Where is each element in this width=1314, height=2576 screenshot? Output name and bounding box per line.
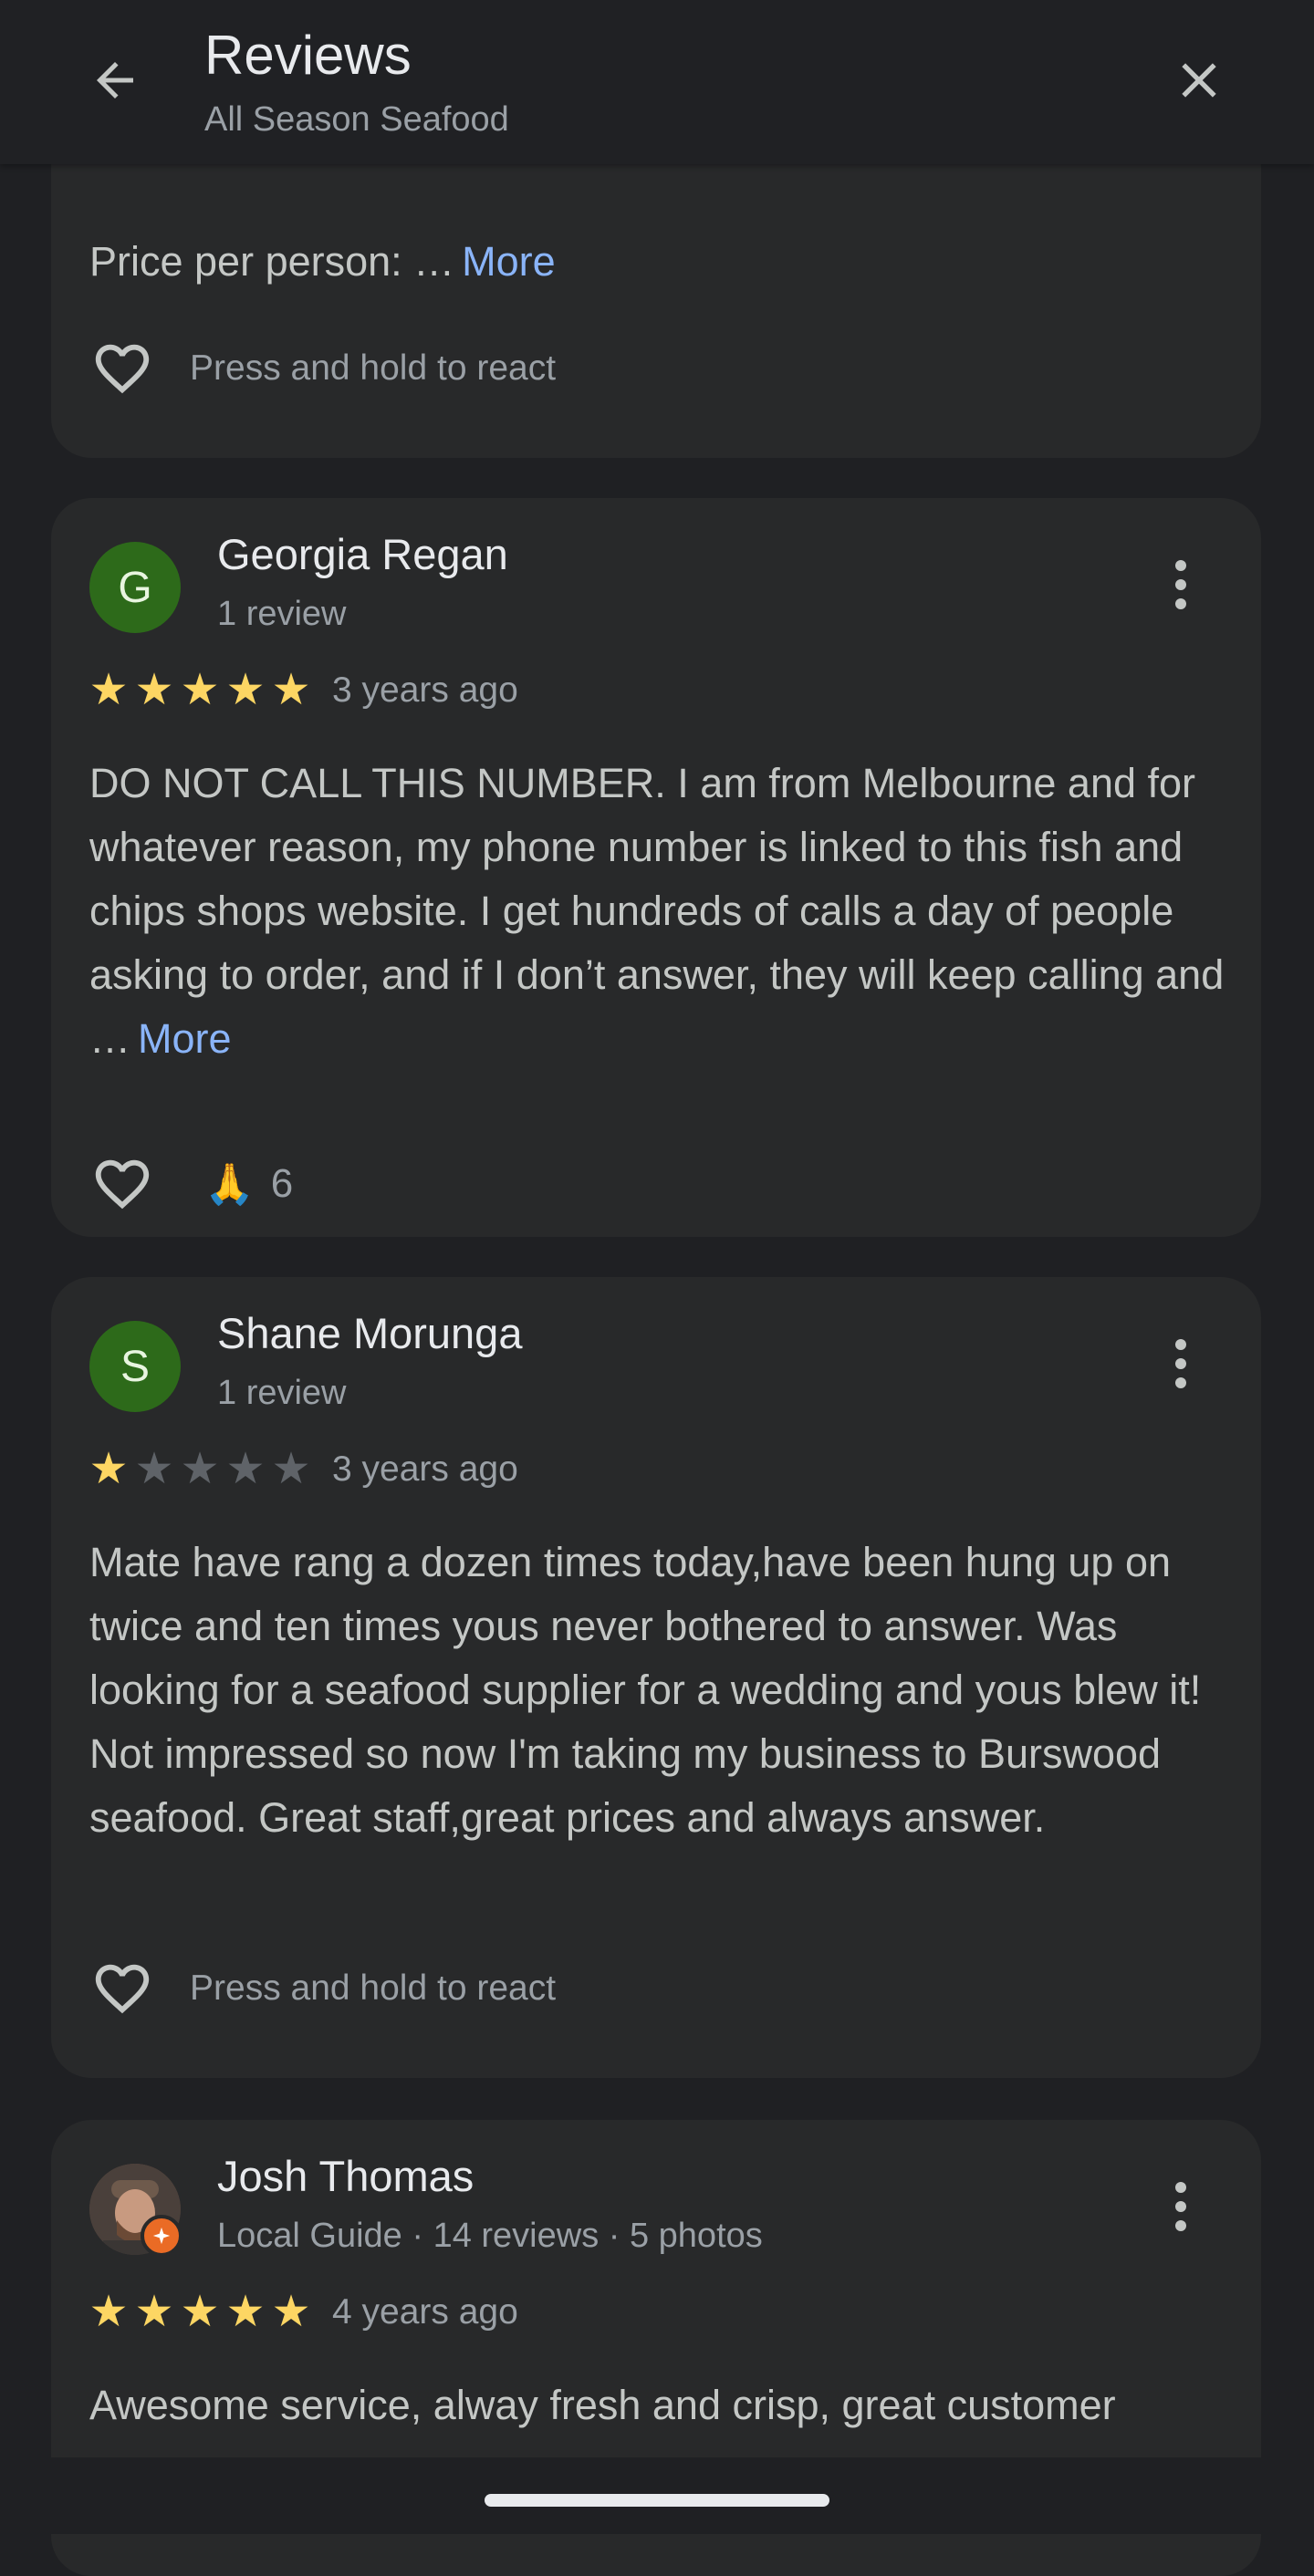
home-gesture-handle[interactable]	[485, 2494, 829, 2507]
star-rating: ★ ★ ★ ★ ★	[88, 1445, 312, 1494]
arrow-back-icon	[97, 62, 133, 99]
review-text: DO NOT CALL THIS NUMBER. I am from Melbo…	[89, 752, 1239, 1071]
more-vert-icon	[1175, 560, 1186, 571]
reviewer-meta: Local Guide · 14 reviews · 5 photos	[217, 2217, 763, 2255]
heart-outline-icon[interactable]	[88, 337, 157, 400]
folded-hands-emoji-icon: 🙏	[204, 1162, 255, 1207]
more-link[interactable]: More	[138, 1015, 232, 1062]
star-filled-icon: ★	[134, 2288, 174, 2336]
react-row: Press and hold to react	[88, 332, 556, 405]
heart-outline-icon[interactable]	[88, 1957, 157, 2020]
reviewer-meta: 1 review	[217, 595, 347, 633]
star-filled-icon: ★	[271, 666, 311, 714]
back-button[interactable]	[80, 46, 150, 115]
star-rating: ★ ★ ★ ★ ★	[88, 666, 312, 715]
star-filled-icon: ★	[225, 666, 266, 714]
star-empty-icon: ★	[225, 1445, 266, 1493]
star-filled-icon: ★	[89, 666, 129, 714]
review-card-partial: Price per person: … More Press and hold t…	[51, 128, 1261, 458]
reviewer-name[interactable]: Josh Thomas	[217, 2151, 474, 2202]
avatar[interactable]	[89, 2164, 182, 2257]
reviewer-name[interactable]: Shane Morunga	[217, 1308, 522, 1359]
more-options-button[interactable]	[1155, 544, 1206, 626]
star-rating: ★ ★ ★ ★ ★	[88, 2288, 312, 2337]
review-date: 3 years ago	[332, 670, 518, 710]
page-title: Reviews	[204, 25, 412, 86]
react-row: Press and hold to react	[88, 1952, 556, 2025]
more-vert-icon	[1175, 1339, 1186, 1350]
react-hint: Press and hold to react	[190, 348, 557, 388]
review-card: G Georgia Regan 1 review ★ ★ ★ ★ ★ 3 yea…	[51, 498, 1261, 1237]
reviewer-meta: 1 review	[217, 1374, 347, 1412]
place-name: All Season Seafood	[204, 100, 509, 139]
star-filled-icon: ★	[180, 2288, 220, 2336]
star-empty-icon: ★	[180, 1445, 220, 1493]
review-text: Price per person: … More	[89, 230, 1239, 294]
reaction-count: 6	[270, 1161, 294, 1206]
reaction-chip[interactable]: 🙏 6	[204, 1160, 293, 1208]
review-card: S Shane Morunga 1 review ★ ★ ★ ★ ★ 3 yea…	[51, 1277, 1261, 2078]
star-filled-icon: ★	[134, 666, 174, 714]
reviewer-name[interactable]: Georgia Regan	[217, 529, 508, 580]
review-date: 4 years ago	[332, 2292, 518, 2332]
review-text-content: Price per person: …	[89, 238, 455, 285]
avatar[interactable]: S	[89, 1321, 181, 1412]
more-vert-icon	[1175, 2182, 1186, 2193]
review-text: Mate have rang a dozen times today,have …	[89, 1539, 1202, 1841]
star-empty-icon: ★	[271, 1445, 311, 1493]
close-button[interactable]	[1164, 46, 1234, 115]
more-options-button[interactable]	[1155, 2166, 1206, 2248]
star-filled-icon: ★	[180, 666, 220, 714]
local-guide-badge-icon	[141, 2215, 182, 2257]
star-filled-icon: ★	[271, 2288, 311, 2336]
more-options-button[interactable]	[1155, 1323, 1206, 1405]
react-row: 🙏 6	[88, 1148, 293, 1220]
avatar[interactable]: G	[89, 542, 181, 633]
close-icon	[1182, 63, 1216, 98]
review-date: 3 years ago	[332, 1449, 518, 1489]
star-filled-icon: ★	[225, 2288, 266, 2336]
star-filled-icon: ★	[89, 1445, 129, 1493]
more-link[interactable]: More	[462, 238, 556, 285]
heart-outline-icon[interactable]	[88, 1152, 157, 1216]
review-text-content: DO NOT CALL THIS NUMBER. I am from Melbo…	[89, 760, 1225, 1062]
app-header: Reviews All Season Seafood	[0, 0, 1314, 164]
react-hint: Press and hold to react	[190, 1968, 557, 2008]
review-text: Awesome service, alway fresh and crisp, …	[89, 2382, 1116, 2428]
star-empty-icon: ★	[134, 1445, 174, 1493]
star-filled-icon: ★	[89, 2288, 129, 2336]
